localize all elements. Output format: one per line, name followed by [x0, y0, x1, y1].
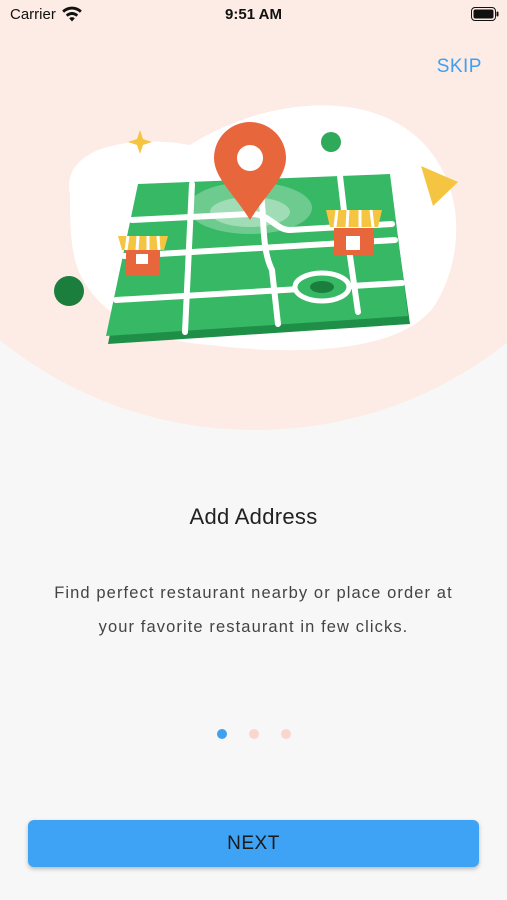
- onboarding-screen: Carrier 9:51 AM SKIP Add Address Find pe…: [0, 0, 507, 900]
- page-dot[interactable]: [280, 729, 291, 739]
- clock: 9:51 AM: [225, 6, 282, 23]
- skip-button[interactable]: SKIP: [437, 56, 482, 78]
- page-dot-active[interactable]: [216, 729, 227, 739]
- page-dot[interactable]: [248, 729, 259, 739]
- decor-circle-large: [54, 276, 84, 306]
- page-indicator: [0, 729, 507, 739]
- next-button[interactable]: NEXT: [28, 820, 479, 867]
- battery-icon: [471, 7, 499, 21]
- store-right-icon: [326, 209, 382, 255]
- page-description: Find perfect restaurant nearby or place …: [54, 584, 453, 636]
- status-bar: Carrier 9:51 AM: [0, 0, 507, 30]
- map-illustration: [54, 105, 458, 351]
- page-title: Add Address: [189, 504, 318, 529]
- decor-circle-small: [321, 132, 341, 152]
